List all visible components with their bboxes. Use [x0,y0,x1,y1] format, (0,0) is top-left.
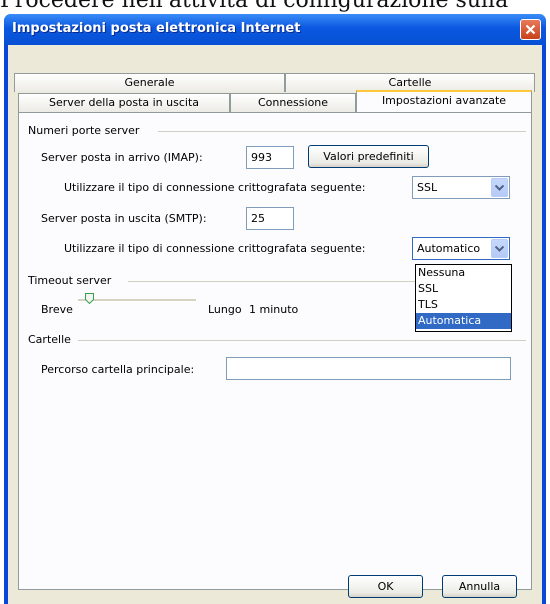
timeout-value: 1 minuto [249,303,299,316]
ports-group-label: Numeri porte server [28,124,140,137]
tab-generale[interactable]: Generale [14,73,285,92]
dropdown-option-ssl[interactable]: SSL [416,281,511,297]
root-folder-input[interactable] [226,357,511,380]
imap-port-input[interactable]: 993 [246,146,294,169]
tab-impostazioni-avanzate[interactable]: Impostazioni avanzate [356,90,532,112]
dropdown-option-tls[interactable]: TLS [416,297,511,313]
smtp-label: Server posta in uscita (SMTP): [41,212,207,225]
encryption-select-incoming[interactable]: SSL [412,176,510,199]
encryption-select-outgoing[interactable]: Automatico [412,237,510,260]
chevron-down-icon [495,245,504,252]
cancel-button[interactable]: Annulla [442,575,517,598]
background-document-text: Procedere nell'attività di configurazion… [0,0,509,13]
encryption-label-incoming: Utilizzare il tipo di connessione critto… [64,181,366,194]
ok-button[interactable]: OK [348,575,423,598]
title-bar[interactable]: Impostazioni posta elettronica Internet [4,14,546,45]
chevron-down-icon [495,184,504,191]
encryption-dropdown-list: Nessuna SSL TLS Automatica [415,264,512,332]
timeout-slider-track[interactable] [78,299,196,302]
dropdown-option-automatica[interactable]: Automatica [416,313,511,329]
timeout-slider-thumb[interactable] [84,293,94,304]
timeout-long-label: Lungo [208,303,242,316]
timeout-group-label: Timeout server [28,274,112,287]
dropdown-arrow-outgoing[interactable] [491,239,508,258]
root-folder-label: Percorso cartella principale: [41,363,195,376]
close-icon [525,24,536,35]
dialog-title: Impostazioni posta elettronica Internet [12,21,301,36]
folders-group-label: Cartelle [28,333,71,346]
encryption-label-outgoing: Utilizzare il tipo di connessione critto… [64,242,366,255]
tab-server-posta-uscita[interactable]: Server della posta in uscita [18,93,230,112]
ports-group-divider [158,131,526,132]
encryption-select-incoming-value: SSL [417,181,438,194]
dialog-window: Impostazioni posta elettronica Internet … [4,14,546,604]
dropdown-option-nessuna[interactable]: Nessuna [416,265,511,281]
tab-connessione[interactable]: Connessione [230,93,356,112]
dropdown-arrow-incoming[interactable] [491,178,508,197]
encryption-select-outgoing-value: Automatico [417,242,481,255]
default-values-button[interactable]: Valori predefiniti [308,145,429,168]
timeout-short-label: Breve [41,303,73,316]
timeout-group-divider [128,281,418,282]
smtp-port-input[interactable]: 25 [246,207,294,230]
imap-label: Server posta in arrivo (IMAP): [41,151,203,164]
folders-group-divider [78,340,526,341]
close-button[interactable] [520,19,541,40]
dialog-client: Generale Cartelle Server della posta in … [8,45,542,604]
